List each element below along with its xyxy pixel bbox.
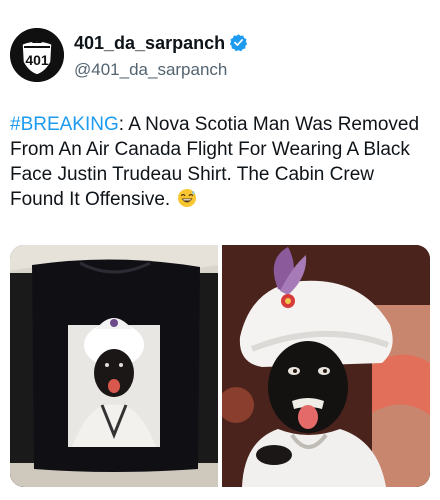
laughing-with-sweat-emoji-icon — [177, 188, 197, 208]
costume-photo[interactable] — [222, 245, 430, 487]
svg-text:401: 401 — [25, 52, 49, 68]
avatar[interactable]: 401 — [10, 28, 64, 82]
display-name[interactable]: 401_da_sarpanch — [74, 33, 225, 53]
hashtag-link[interactable]: #BREAKING — [10, 114, 119, 135]
tweet-text: #BREAKING: A Nova Scotia Man Was Removed… — [10, 112, 430, 212]
handle[interactable]: @401_da_sarpanch — [74, 59, 248, 81]
verified-badge-icon — [229, 33, 248, 57]
tweet-header: 401 401_da_sarpanch @401_da_sarpanch — [10, 28, 430, 84]
highway-shield-icon: 401 — [10, 28, 64, 82]
media-grid — [10, 245, 430, 487]
tshirt-photo[interactable] — [10, 245, 218, 487]
author-names: 401_da_sarpanch @401_da_sarpanch — [74, 32, 248, 81]
